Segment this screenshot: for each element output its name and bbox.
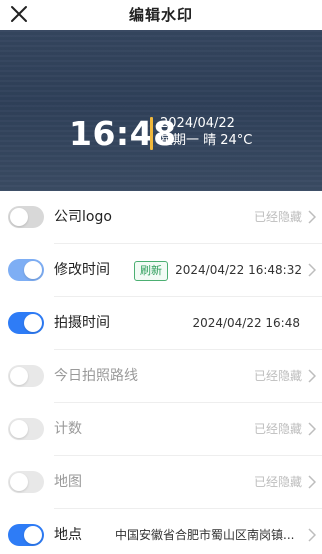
- setting-label: 拍摄时间: [54, 315, 110, 331]
- watermark-date: 2024/04/22: [160, 116, 235, 131]
- setting-value: 2024/04/22 16:48: [192, 316, 300, 330]
- toggle-knob: [10, 367, 28, 385]
- toggle-knob: [24, 526, 42, 544]
- toggle-knob: [10, 208, 28, 226]
- toggle-knob: [24, 261, 42, 279]
- refresh-button[interactable]: 刷新: [134, 261, 168, 281]
- setting-row-modify-time[interactable]: 修改时间 刷新 2024/04/22 16:48:32: [0, 244, 322, 297]
- preview-background: [0, 30, 322, 191]
- setting-label: 计数: [54, 421, 82, 437]
- watermark-preview: 16:48 2024/04/22 星期一 晴 24°C: [0, 30, 322, 191]
- setting-label: 修改时间: [54, 262, 110, 278]
- toggle-knob: [24, 314, 42, 332]
- chevron-right-icon: [308, 475, 316, 489]
- chevron-right-icon: [308, 210, 316, 224]
- toggle-count[interactable]: [8, 418, 44, 440]
- toggle-company-logo[interactable]: [8, 206, 44, 228]
- setting-label: 公司logo: [54, 209, 112, 225]
- toggle-location[interactable]: [8, 524, 44, 546]
- setting-value: 已经隐藏: [253, 475, 302, 489]
- toggle-knob: [10, 420, 28, 438]
- chevron-right-icon: [308, 422, 316, 436]
- setting-row-company-logo[interactable]: 公司logo 已经隐藏: [0, 191, 322, 244]
- toggle-capture-time[interactable]: [8, 312, 44, 334]
- toggle-map[interactable]: [8, 471, 44, 493]
- setting-row-map[interactable]: 地图 已经隐藏: [0, 456, 322, 509]
- setting-label: 今日拍照路线: [54, 368, 138, 384]
- setting-row-today-route[interactable]: 今日拍照路线 已经隐藏: [0, 350, 322, 403]
- setting-value: 已经隐藏: [253, 369, 302, 383]
- page-title: 编辑水印: [128, 6, 193, 24]
- setting-row-count[interactable]: 计数 已经隐藏: [0, 403, 322, 456]
- chevron-right-icon: [308, 263, 316, 277]
- watermark-accent-bar: [150, 117, 153, 150]
- watermark-weekday-weather: 星期一 晴 24°C: [160, 133, 253, 148]
- setting-row-location[interactable]: 地点 中国安徽省合肥市蜀山区南岗镇...: [0, 509, 322, 554]
- setting-value: 已经隐藏: [253, 210, 302, 224]
- toggle-today-route[interactable]: [8, 365, 44, 387]
- chevron-right-icon: [308, 369, 316, 383]
- setting-value: 已经隐藏: [253, 422, 302, 436]
- edit-watermark-page: 编辑水印 16:48 2024/04/22 星期一 晴 24°C 公司logo …: [0, 0, 322, 554]
- header: 编辑水印: [0, 0, 322, 28]
- location-value: 中国安徽省合肥市蜀山区南岗镇...: [115, 528, 295, 542]
- chevron-right-icon: [308, 528, 316, 542]
- setting-row-capture-time[interactable]: 拍摄时间 2024/04/22 16:48: [0, 297, 322, 350]
- setting-label: 地点: [54, 527, 82, 543]
- setting-label: 地图: [54, 474, 82, 490]
- toggle-knob: [10, 473, 28, 491]
- toggle-modify-time[interactable]: [8, 259, 44, 281]
- setting-value: 2024/04/22 16:48:32: [175, 263, 302, 277]
